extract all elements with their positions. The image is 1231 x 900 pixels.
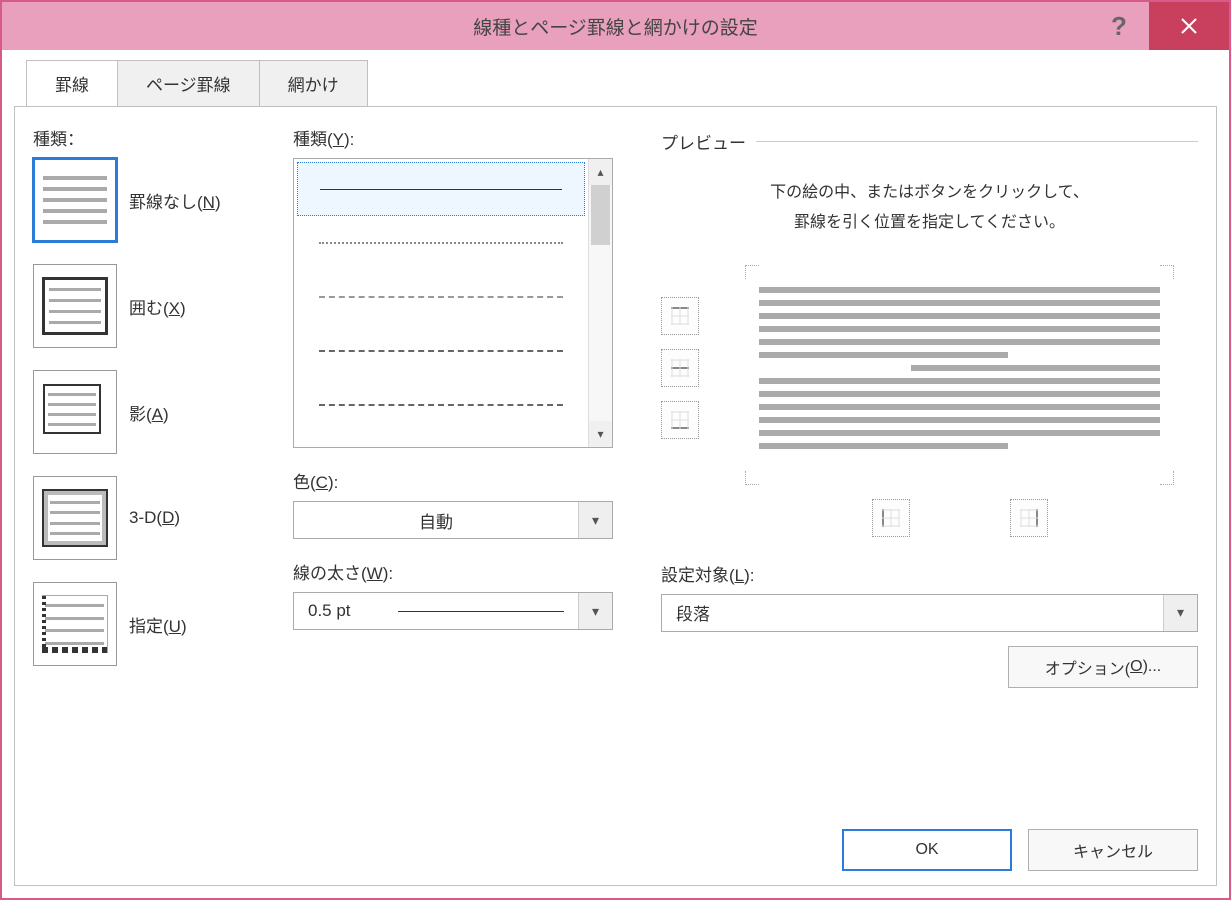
setting-box-icon xyxy=(33,264,117,348)
style-column: 種類(Y): ▴ xyxy=(293,125,633,797)
options-row: オプション(O)... xyxy=(661,646,1198,688)
setting-3d-icon xyxy=(33,476,117,560)
close-button[interactable] xyxy=(1149,2,1229,50)
tab-strip: 罫線 ページ罫線 網かけ xyxy=(14,60,1217,107)
chevron-down-icon: ▾ xyxy=(1163,595,1197,631)
setting-box-label: 囲む(X) xyxy=(129,294,186,319)
setting-box[interactable]: 囲む(X) xyxy=(33,264,293,348)
setting-custom-label: 指定(U) xyxy=(129,612,187,637)
width-combo[interactable]: 0.5 pt ▾ xyxy=(293,592,613,630)
dialog-footer: OK キャンセル xyxy=(842,829,1198,871)
apply-to-group: 設定対象(L): 段落 ▾ xyxy=(661,561,1198,632)
scroll-track[interactable] xyxy=(589,185,612,421)
ok-button[interactable]: OK xyxy=(842,829,1012,871)
close-icon xyxy=(1179,16,1199,36)
setting-none-label: 罫線なし(N) xyxy=(129,188,221,213)
border-top-icon xyxy=(669,305,691,327)
border-left-button[interactable] xyxy=(872,499,910,537)
columns: 種類： 罫線なし(N) xyxy=(33,125,1198,797)
width-value: 0.5 pt xyxy=(294,601,384,621)
apply-to-value: 段落 xyxy=(662,600,1163,625)
line-style-options xyxy=(294,159,588,447)
width-group: 線の太さ(W): 0.5 pt ▾ xyxy=(293,559,633,630)
preview-column: プレビュー 下の絵の中、またはボタンをクリックして、 罫線を引く位置を指定してく… xyxy=(633,125,1198,797)
chevron-down-icon: ▾ xyxy=(578,502,612,538)
color-label: 色(C): xyxy=(293,468,633,493)
style-scrollbar[interactable]: ▴ ▾ xyxy=(588,159,612,447)
border-middle-icon xyxy=(669,357,691,379)
chevron-down-icon: ▾ xyxy=(578,593,612,629)
preview-fieldset: プレビュー xyxy=(661,129,1198,154)
tab-content: 種類： 罫線なし(N) xyxy=(14,106,1217,886)
preview-side-buttons xyxy=(661,297,721,485)
cancel-button[interactable]: キャンセル xyxy=(1028,829,1198,871)
preview-body xyxy=(661,265,1198,485)
color-combo[interactable]: 自動 ▾ xyxy=(293,501,613,539)
preview-paragraph xyxy=(759,287,1160,449)
preview-instructions: 下の絵の中、またはボタンをクリックして、 罫線を引く位置を指定してください。 xyxy=(661,178,1198,239)
color-group: 色(C): 自動 ▾ xyxy=(293,468,633,539)
border-bottom-icon xyxy=(669,409,691,431)
window-title: 線種とページ罫線と網かけの設定 xyxy=(473,13,758,40)
border-right-button[interactable] xyxy=(1010,499,1048,537)
setting-3d-label: 3-D(D) xyxy=(129,508,180,528)
scroll-down-icon[interactable]: ▾ xyxy=(589,421,612,447)
setting-shadow[interactable]: 影(A) xyxy=(33,370,293,454)
corner-marker xyxy=(1160,471,1174,485)
color-value: 自動 xyxy=(294,508,578,533)
settings-column: 種類： 罫線なし(N) xyxy=(33,125,293,797)
setting-3d[interactable]: 3-D(D) xyxy=(33,476,293,560)
line-style-solid[interactable] xyxy=(297,162,585,216)
options-button[interactable]: オプション(O)... xyxy=(1008,646,1198,688)
line-style-dashed[interactable] xyxy=(297,324,585,378)
line-style-dashed-fine[interactable] xyxy=(297,270,585,324)
preview-canvas[interactable] xyxy=(731,265,1188,485)
preview-divider xyxy=(756,141,1198,142)
tab-borders[interactable]: 罫線 xyxy=(26,60,118,107)
setting-none[interactable]: 罫線なし(N) xyxy=(33,158,293,242)
apply-to-combo[interactable]: 段落 ▾ xyxy=(661,594,1198,632)
scroll-thumb[interactable] xyxy=(591,185,610,245)
setting-none-icon xyxy=(33,158,117,242)
border-right-icon xyxy=(1018,507,1040,529)
tab-page-borders[interactable]: ページ罫線 xyxy=(117,60,260,107)
scroll-up-icon[interactable]: ▴ xyxy=(589,159,612,185)
setting-shadow-icon xyxy=(33,370,117,454)
border-bottom-button[interactable] xyxy=(661,401,699,439)
setting-custom-icon xyxy=(33,582,117,666)
preview-bottom-buttons xyxy=(721,499,1198,537)
width-sample-line xyxy=(398,611,564,612)
preview-legend: プレビュー xyxy=(661,129,754,154)
line-style-dotted[interactable] xyxy=(297,216,585,270)
setting-shadow-label: 影(A) xyxy=(129,400,169,425)
border-top-button[interactable] xyxy=(661,297,699,335)
help-button[interactable]: ? xyxy=(1089,2,1149,50)
apply-to-label: 設定対象(L): xyxy=(661,561,1198,586)
border-middle-button[interactable] xyxy=(661,349,699,387)
titlebar: 線種とページ罫線と網かけの設定 ? xyxy=(2,2,1229,50)
border-left-icon xyxy=(880,507,902,529)
width-label: 線の太さ(W): xyxy=(293,559,633,584)
dialog-window: 線種とページ罫線と網かけの設定 ? 罫線 ページ罫線 網かけ 種類： xyxy=(0,0,1231,900)
style-label: 種類(Y): xyxy=(293,125,633,150)
client-area: 罫線 ページ罫線 網かけ 種類： 罫線なし(N) xyxy=(2,50,1229,898)
corner-marker xyxy=(745,265,759,279)
corner-marker xyxy=(1160,265,1174,279)
line-style-dashdot[interactable] xyxy=(297,378,585,432)
settings-list: 罫線なし(N) 囲む(X) xyxy=(33,158,293,666)
settings-label: 種類： xyxy=(33,125,293,150)
tab-shading[interactable]: 網かけ xyxy=(259,60,368,107)
corner-marker xyxy=(745,471,759,485)
setting-custom[interactable]: 指定(U) xyxy=(33,582,293,666)
line-style-list[interactable]: ▴ ▾ xyxy=(293,158,613,448)
titlebar-controls: ? xyxy=(1089,2,1229,50)
